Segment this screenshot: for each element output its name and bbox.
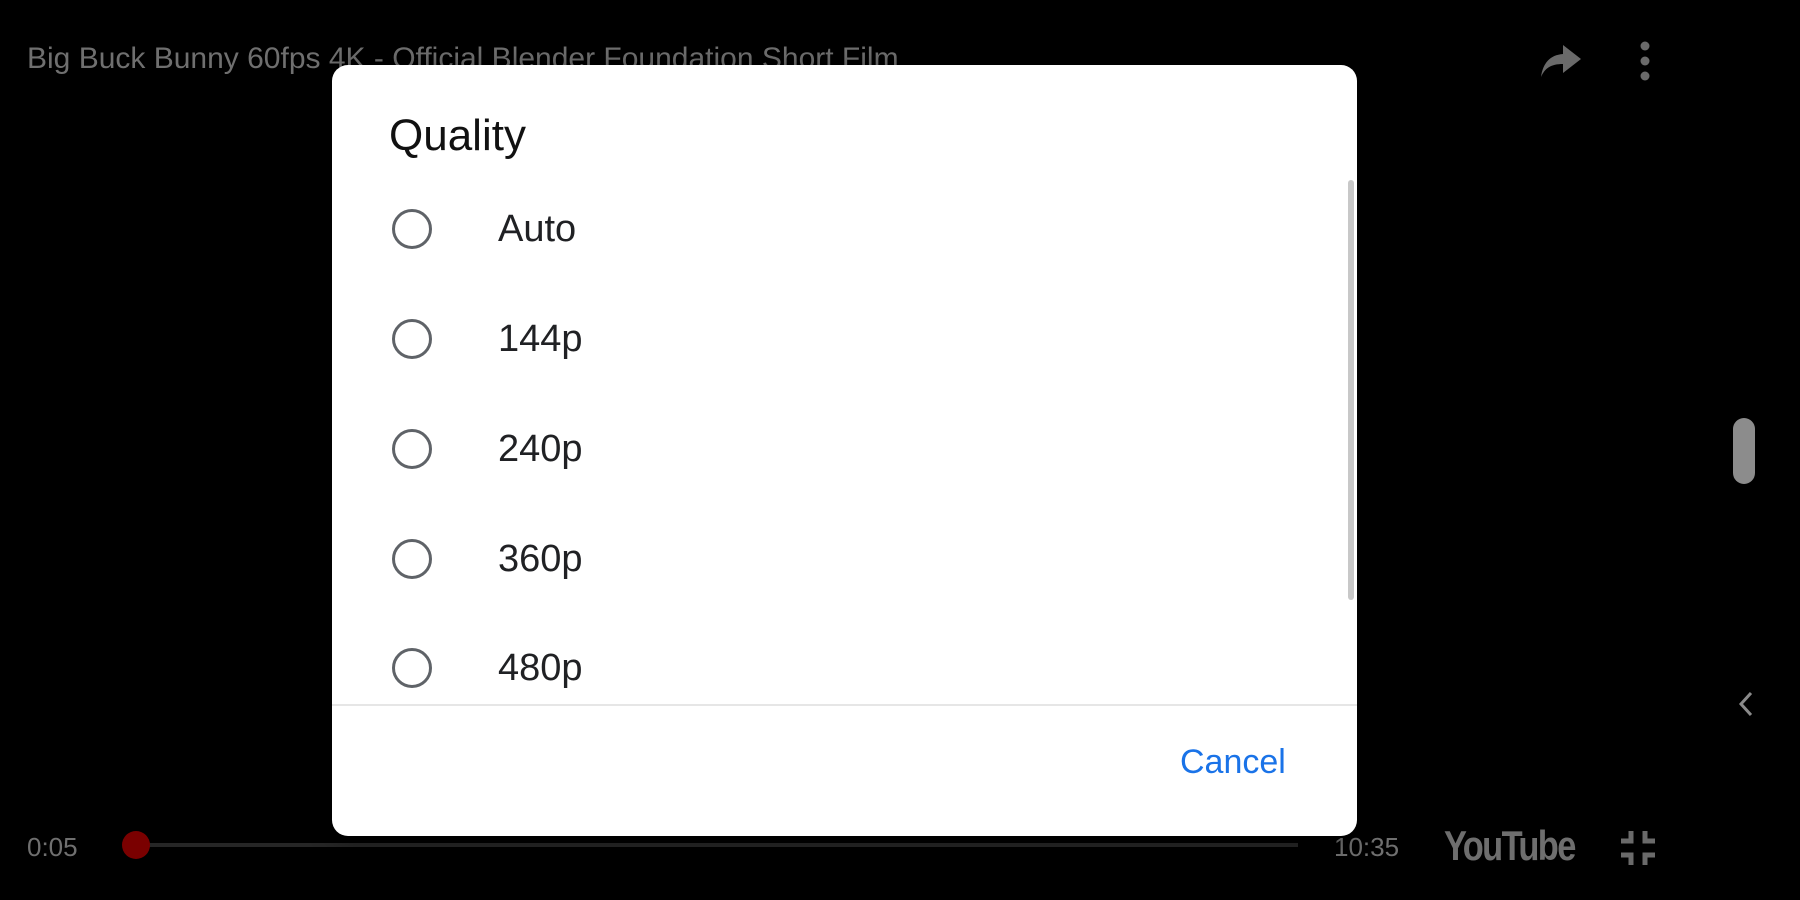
more-vert-icon: [1640, 41, 1650, 81]
quality-option-auto[interactable]: Auto: [332, 180, 1332, 284]
option-label: 240p: [498, 427, 583, 470]
current-time: 0:05: [27, 832, 78, 862]
option-label: 360p: [498, 537, 583, 580]
cancel-button[interactable]: Cancel: [1180, 743, 1286, 782]
more-options-button[interactable]: [1618, 34, 1672, 88]
share-icon: [1541, 45, 1581, 77]
quality-option-480p[interactable]: 480p: [332, 613, 1332, 723]
radio-button[interactable]: [392, 429, 432, 469]
list-scrollbar[interactable]: [1348, 180, 1354, 600]
option-label: 144p: [498, 317, 583, 360]
quality-option-360p[interactable]: 360p: [332, 504, 1332, 614]
exit-fullscreen-button[interactable]: [1612, 822, 1664, 874]
radio-button[interactable]: [392, 539, 432, 579]
chevron-left-icon: [1738, 691, 1753, 717]
exit-fullscreen-icon: [1621, 831, 1655, 865]
youtube-logo: YouTube: [1444, 822, 1576, 869]
total-duration: 10:35: [1334, 832, 1400, 862]
option-label: 480p: [498, 646, 583, 689]
radio-button[interactable]: [392, 648, 432, 688]
option-label: Auto: [498, 207, 577, 250]
radio-button[interactable]: [392, 319, 432, 359]
quality-option-240p[interactable]: 240p: [332, 394, 1332, 504]
quality-dialog: Quality Auto 144p 240p 360p 480p Cancel: [332, 65, 1357, 836]
dialog-title: Quality: [389, 111, 526, 160]
scroll-handle[interactable]: [1733, 418, 1755, 484]
expand-panel-button[interactable]: [1728, 682, 1764, 726]
dialog-divider: [332, 704, 1357, 706]
quality-option-144p[interactable]: 144p: [332, 284, 1332, 394]
share-button[interactable]: [1534, 34, 1588, 88]
progress-scrubber[interactable]: [122, 831, 150, 859]
progress-bar[interactable]: [136, 843, 1298, 847]
radio-button[interactable]: [392, 209, 432, 249]
quality-options-list[interactable]: Auto 144p 240p 360p 480p: [332, 180, 1357, 770]
